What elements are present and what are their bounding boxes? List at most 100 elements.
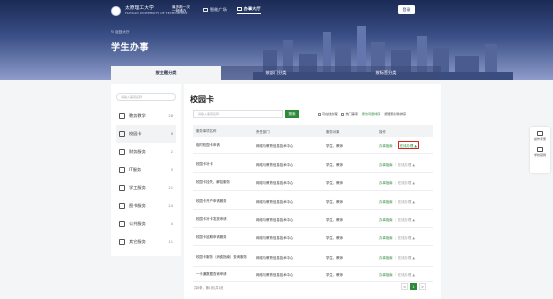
login-button[interactable]: 登录 — [398, 5, 415, 14]
sidebar-item-campus-card[interactable]: 校园卡 8 — [116, 125, 176, 143]
table-row: 校园卡挂失、解挂服务 网络与教育信息技术中心 学生、教师 办事指南 | 在线办理 ▲ — [193, 175, 433, 191]
sidebar-item-library[interactable]: 图书服务 24 — [116, 197, 176, 215]
divider: | — [394, 143, 396, 147]
sidebar-item-label: 其它服务 — [129, 239, 146, 244]
school-site-label: 学校官网 — [533, 153, 546, 157]
department: 网络与教育信息技术中心 — [256, 162, 294, 167]
service-name: 校园卡延期申请服务 — [196, 235, 227, 240]
pager-info: 共8条，第1页/共1页 — [194, 286, 224, 290]
guide-link[interactable]: 办事指南 — [379, 272, 393, 277]
search-button[interactable]: 搜索 — [285, 110, 299, 118]
service-target: 学生、教师 — [326, 181, 343, 185]
service-name: 校园卡补卡发放申请 — [196, 217, 227, 222]
sort-by-visits[interactable]: 按访问量排序 — [362, 111, 381, 116]
sidebar-item-count: 8 — [170, 132, 173, 136]
service-name: 校园卡补卡 — [196, 161, 213, 166]
next-page-button[interactable]: > — [419, 283, 426, 290]
page-title: 学生办事 — [111, 43, 150, 53]
apply-online-button[interactable]: 在线办理 ▲ — [397, 141, 419, 149]
library-icon — [119, 203, 125, 209]
user-icon — [119, 185, 125, 191]
pagination: < 1 > — [401, 283, 426, 290]
nav-service-hall-label: 办事大厅 — [243, 6, 261, 11]
sidebar-item-finance[interactable]: 财务服务 2 — [116, 143, 176, 161]
service-name: 一卡通数据查询申请 — [196, 271, 227, 276]
department: 网络与教育信息技术中心 — [256, 199, 294, 204]
arrow-icon: ▲ — [411, 255, 415, 260]
table-header: 服务事项名称 责任部门 服务对象 操作 — [193, 125, 433, 137]
sort-by-target[interactable]: 按服务对象排序 — [384, 111, 406, 116]
guide-link[interactable]: 办事指南 — [379, 162, 393, 167]
arrow-icon: ▲ — [411, 199, 415, 204]
table-row: 一卡通数据查询申请 网络与教育信息技术中心 学生、教师 办事指南 | 在线办理 ▲ — [193, 267, 433, 282]
department: 网络与教育信息技术中心 — [256, 143, 294, 148]
guide-link[interactable]: 办事指南 — [379, 255, 393, 260]
guide-link[interactable]: 办事指南 — [379, 235, 393, 240]
service-target: 学生、教师 — [326, 218, 343, 222]
prev-page-button[interactable]: < — [401, 283, 408, 290]
sidebar: 请输入事项名称 教务教学 28 校园卡 8 财务服务 2 IT服务 5 学工服务… — [111, 84, 181, 256]
service-name: 临时校园卡申请 — [196, 142, 220, 147]
nav-smart-square[interactable]: 智能广场 — [203, 6, 227, 14]
tab-by-tag[interactable]: 按标签分类 — [331, 66, 441, 80]
service-name: 校园卡服务（消费指南）查询服务 — [196, 254, 247, 259]
apply-online-label: 在线办理 — [397, 181, 412, 185]
sidebar-item-count: 5 — [170, 168, 173, 172]
school-site-button[interactable]: 学校官网 — [534, 147, 546, 157]
sidebar-item-other[interactable]: 其它服务 11 — [116, 233, 176, 251]
arrow-icon: ▲ — [411, 162, 415, 167]
apply-online-label: 在线办理 — [397, 272, 412, 277]
page-1-button[interactable]: 1 — [410, 283, 417, 290]
tab-by-theme[interactable]: 按主题分类 — [111, 66, 221, 80]
apply-online-button[interactable]: 在线办理 ▲ — [398, 162, 415, 167]
filter-online[interactable]: 可在线办理 — [318, 111, 337, 116]
sidebar-search-input[interactable]: 请输入事项名称 — [116, 93, 176, 101]
sidebar-item-public[interactable]: 公共服务 4 — [116, 215, 176, 233]
guide-link[interactable]: 办事指南 — [379, 180, 393, 185]
apply-online-button[interactable]: 在线办理 ▲ — [398, 235, 415, 240]
service-target: 学生、教师 — [326, 199, 343, 204]
grid-icon — [236, 7, 242, 11]
apply-online-button[interactable]: 在线办理 ▲ — [398, 255, 415, 260]
sidebar-item-student-affairs[interactable]: 学工服务 21 — [116, 179, 176, 197]
apply-online-button[interactable]: 在线办理 ▲ — [398, 199, 415, 204]
table-row: 校园卡补卡发放申请 网络与教育信息技术中心 学生、教师 办事指南 | 在线办理 ▲ — [193, 212, 433, 228]
tab-by-department[interactable]: 按部门分类 — [221, 66, 331, 80]
sidebar-item-count: 11 — [168, 240, 173, 244]
divider: | — [394, 255, 396, 259]
sidebar-item-count: 24 — [168, 204, 173, 208]
department: 网络与教育信息技术中心 — [256, 272, 294, 277]
monitor-icon — [203, 8, 208, 12]
row-actions: 办事指南 | 在线办理 ▲ — [373, 141, 433, 149]
guide-link[interactable]: 办事指南 — [379, 217, 393, 222]
sidebar-item-label: 图书服务 — [129, 203, 146, 208]
sidebar-item-count: 2 — [170, 150, 173, 154]
filter-bar: 可在线办理 热门事项 按访问量排序 按服务对象排序 — [318, 111, 406, 116]
department: 网络与教育信息技术中心 — [256, 255, 294, 260]
back-to-hall-link[interactable]: ↻ 返回大厅 — [111, 30, 130, 35]
card-icon — [119, 131, 125, 137]
filter-hot[interactable]: 热门事项 — [341, 111, 358, 116]
sidebar-item-teaching[interactable]: 教务教学 28 — [116, 107, 176, 125]
manual-button[interactable]: 操作手册 — [534, 131, 546, 141]
col-actions: 操作 — [379, 129, 386, 134]
arrow-icon: ▲ — [411, 236, 415, 240]
table-row: 临时校园卡申请 网络与教育信息技术中心 学生、教师 办事指南 | 在线办理 ▲ — [193, 137, 433, 154]
department: 网络与教育信息技术中心 — [256, 236, 294, 240]
search-input[interactable]: 请输入事项名称 — [193, 110, 283, 118]
nav-service-hall[interactable]: 办事大厅 — [236, 6, 261, 14]
sidebar-item-count: 28 — [168, 114, 173, 118]
divider: | — [394, 217, 396, 222]
sidebar-item-label: 教务教学 — [129, 113, 146, 118]
arrow-icon: ▲ — [413, 143, 417, 148]
apply-online-button[interactable]: 在线办理 ▲ — [398, 272, 415, 277]
guide-link[interactable]: 办事指南 — [379, 143, 393, 148]
print-icon — [536, 131, 543, 136]
sidebar-item-it[interactable]: IT服务 5 — [116, 161, 176, 179]
service-name: 校园卡开户申请服务 — [196, 198, 227, 203]
divider: | — [394, 162, 396, 166]
guide-link[interactable]: 办事指南 — [379, 199, 393, 204]
apply-online-button[interactable]: 在线办理 ▲ — [398, 217, 415, 222]
apply-online-button[interactable]: 在线办理 ▲ — [398, 180, 415, 185]
sidebar-item-count: 21 — [168, 186, 173, 190]
